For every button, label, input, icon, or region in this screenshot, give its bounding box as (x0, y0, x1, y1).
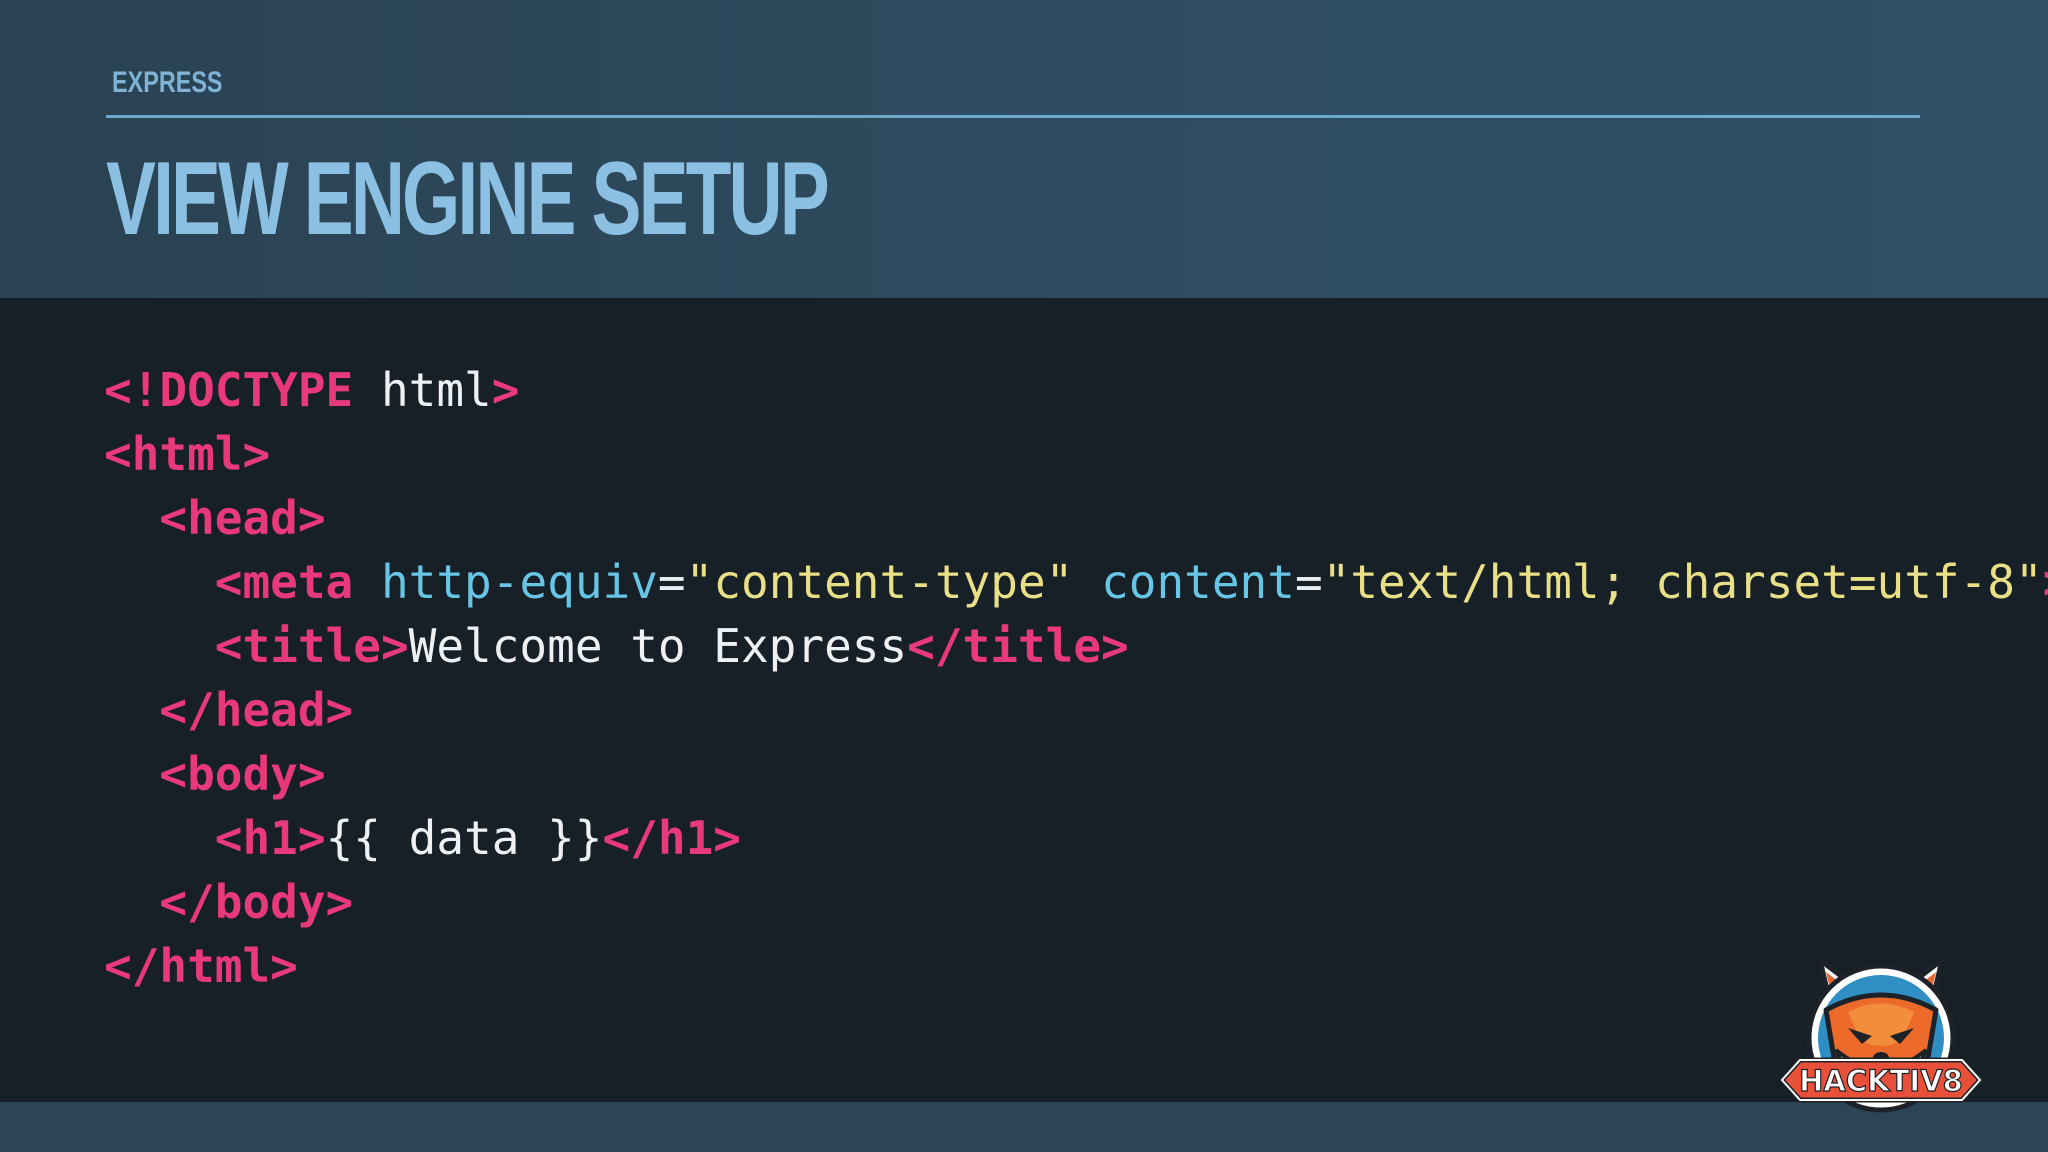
code-token-tag: <head> (159, 491, 326, 545)
code-line: </body> (104, 870, 2048, 934)
code-line: <h1>{{ data }}</h1> (104, 806, 2048, 870)
code-token-tag: </body> (159, 875, 354, 929)
code-token-tag: </head> (159, 683, 354, 737)
header-divider (106, 115, 1920, 118)
code-token-str: "content-type" (685, 555, 1074, 609)
code-token-tag: <meta (214, 555, 354, 609)
code-line: <head> (104, 486, 2048, 550)
code-token-txt: {{ data }} (325, 811, 603, 865)
code-line: <title>Welcome to Express</title> (104, 614, 2048, 678)
code-line: </html> (104, 934, 2048, 998)
fox-mascot-icon: HACKTIV8 (1779, 957, 1983, 1113)
code-line: <meta http-equiv="content-type" content=… (104, 550, 2048, 614)
code-token-txt: html (353, 363, 492, 417)
slide-footer (0, 1102, 2048, 1152)
code-block: <!DOCTYPE html> <html> <head> <meta http-… (104, 358, 2048, 998)
slide-title: VIEW ENGINE SETUP (106, 141, 830, 257)
code-line: <!DOCTYPE html> (104, 358, 2048, 422)
slide-header: EXPRESS VIEW ENGINE SETUP (0, 0, 2048, 298)
code-token-attr: content (1101, 555, 1295, 609)
code-line: <html> (104, 422, 2048, 486)
code-token-tag: <!DOCTYPE (104, 363, 354, 417)
code-token-tag: > (2043, 555, 2048, 609)
code-token-attr: http-equiv (380, 555, 658, 609)
code-token-eq: = (657, 555, 686, 609)
section-label: EXPRESS (112, 66, 223, 99)
code-token-tag: <body> (159, 747, 326, 801)
code-token-tag: <html> (104, 427, 271, 481)
code-token-tag: </h1> (602, 811, 741, 865)
code-token-tag: </title> (907, 619, 1129, 673)
code-token-tag: <title> (214, 619, 409, 673)
code-token-tag: <h1> (214, 811, 326, 865)
logo-text: HACKTIV8 (1799, 1064, 1963, 1098)
code-token-tag: > (491, 363, 520, 417)
code-line: <body> (104, 742, 2048, 806)
slide: EXPRESS VIEW ENGINE SETUP <!DOCTYPE html… (0, 0, 2048, 1152)
code-token-eq: = (1294, 555, 1323, 609)
code-token-tag: </html> (104, 939, 298, 993)
code-token-txt: Welcome to Express (408, 619, 908, 673)
code-token-str: "text/html; charset=utf-8" (1322, 555, 2043, 609)
code-line: </head> (104, 678, 2048, 742)
